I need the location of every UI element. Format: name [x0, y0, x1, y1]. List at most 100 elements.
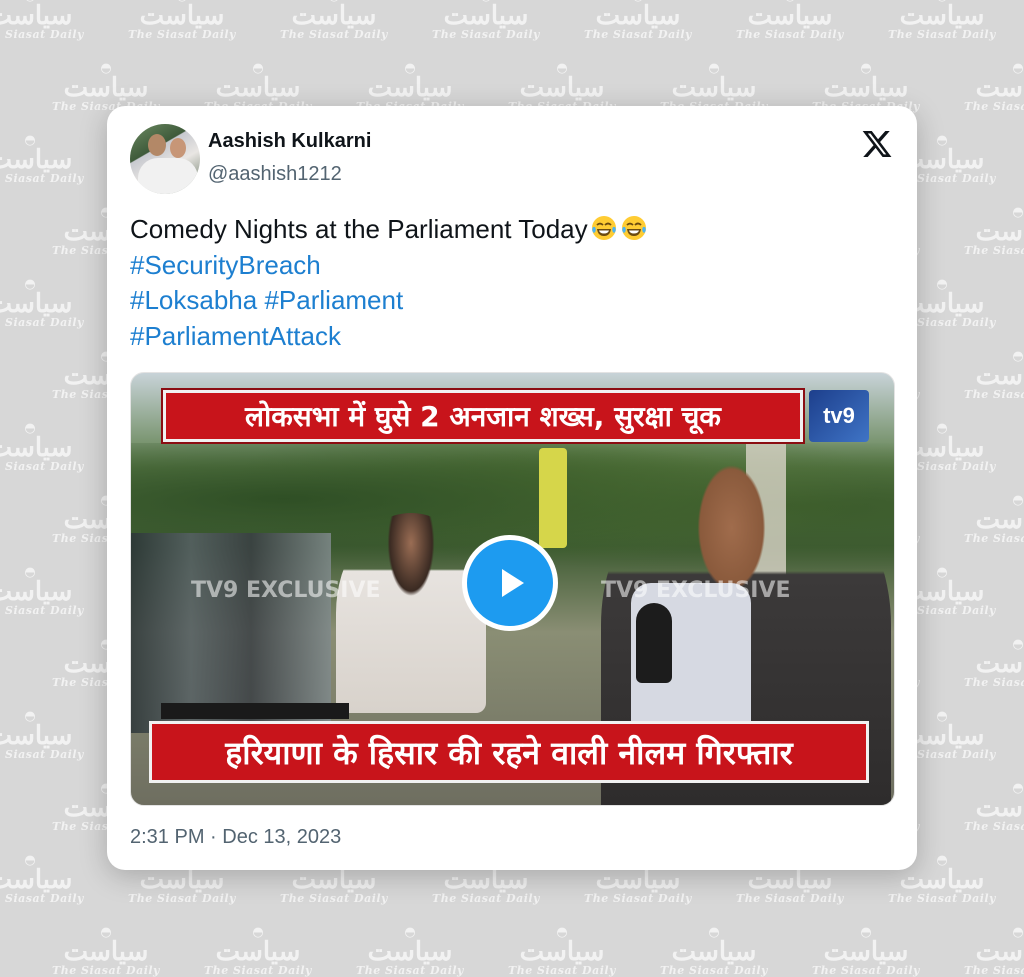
watermark-tile: ◓سیاستThe Siasat Daily	[0, 566, 90, 616]
watermark-tile: ◓سیاستThe Siasat Daily	[46, 62, 166, 112]
watermark-tile: ◓سیاستThe Siasat Daily	[274, 0, 394, 40]
channel-logo: tv9	[809, 390, 869, 442]
watermark-english: The Siasat Daily	[432, 892, 540, 905]
watermark-english: The Siasat Daily	[964, 532, 1024, 545]
watermark-arabic: سیاست	[367, 73, 453, 103]
watermark-english: The Siasat Daily	[128, 892, 236, 905]
author-handle[interactable]: @aashish1212	[208, 163, 342, 186]
watermark-english: The Siasat Daily	[0, 316, 84, 329]
watermark-arabic: سیاست	[443, 865, 529, 895]
watermark-tile: ◓سیاستThe Siasat Daily	[350, 926, 470, 976]
watermark-tile: ◓سیاستThe Siasat Daily	[0, 278, 90, 328]
hashtag-link[interactable]: #SecurityBreach	[130, 250, 321, 280]
watermark-english: The Siasat Daily	[584, 28, 692, 41]
tweet-date[interactable]: Dec 13, 2023	[222, 826, 341, 848]
watermark-arabic: سیاست	[975, 937, 1024, 967]
video-headline-top: लोकसभा में घुसे 2 अनजान शख्स, सुरक्षा चू…	[163, 390, 803, 442]
tweet-text: Comedy Nights at the Parliament Today #S…	[130, 212, 890, 354]
watermark-tile: ◓سیاستThe Siasat Daily	[958, 494, 1024, 544]
avatar[interactable]	[130, 124, 200, 194]
watermark-tile: ◓سیاستThe Siasat Daily	[0, 422, 90, 472]
tweet-text-line: Comedy Nights at the Parliament Today	[130, 212, 890, 248]
watermark-tile: ◓سیاستThe Siasat Daily	[958, 782, 1024, 832]
watermark-arabic: سیاست	[0, 721, 73, 751]
tweet-timestamp: 2:31 PM · Dec 13, 2023	[130, 826, 341, 849]
watermark-arabic: سیاست	[367, 937, 453, 967]
watermark-tile: ◓سیاستThe Siasat Daily	[198, 926, 318, 976]
hashtag-link[interactable]: #Loksabha	[130, 285, 257, 315]
watermark-english: The Siasat Daily	[964, 820, 1024, 833]
play-button[interactable]	[462, 535, 558, 631]
watermark-tile: ◓سیاستThe Siasat Daily	[0, 854, 90, 904]
watermark-english: The Siasat Daily	[964, 964, 1024, 977]
watermark-english: The Siasat Daily	[128, 28, 236, 41]
watermark-arabic: سیاست	[291, 1, 377, 31]
watermark-english: The Siasat Daily	[964, 100, 1024, 113]
watermark-arabic: سیاست	[215, 937, 301, 967]
watermark-tile: ◓سیاستThe Siasat Daily	[806, 62, 926, 112]
watermark-arabic: سیاست	[0, 145, 73, 175]
video-overlay-tag: TV9 EXCLUSIVE	[191, 578, 381, 603]
watermark-english: The Siasat Daily	[0, 460, 84, 473]
hashtag-line: #SecurityBreach	[130, 248, 890, 284]
watermark-tile: ◓سیاستThe Siasat Daily	[958, 638, 1024, 688]
watermark-tile: ◓سیاستThe Siasat Daily	[502, 62, 622, 112]
watermark-english: The Siasat Daily	[432, 28, 540, 41]
watermark-english: The Siasat Daily	[964, 388, 1024, 401]
watermark-english: The Siasat Daily	[660, 964, 768, 977]
watermark-english: The Siasat Daily	[888, 28, 996, 41]
watermark-tile: ◓سیاستThe Siasat Daily	[198, 62, 318, 112]
watermark-tile: ◓سیاستThe Siasat Daily	[958, 350, 1024, 400]
watermark-english: The Siasat Daily	[736, 28, 844, 41]
watermark-english: The Siasat Daily	[280, 892, 388, 905]
x-logo-icon[interactable]	[861, 128, 893, 160]
microphone	[636, 603, 672, 683]
watermark-tile: ◓سیاستThe Siasat Daily	[46, 926, 166, 976]
watermark-arabic: سیاست	[975, 361, 1024, 391]
watermark-arabic: سیاست	[0, 577, 73, 607]
watermark-arabic: سیاست	[823, 73, 909, 103]
watermark-english: The Siasat Daily	[0, 892, 84, 905]
watermark-tile: ◓سیاستThe Siasat Daily	[958, 926, 1024, 976]
watermark-english: The Siasat Daily	[280, 28, 388, 41]
watermark-english: The Siasat Daily	[812, 964, 920, 977]
watermark-tile: ◓سیاستThe Siasat Daily	[350, 62, 470, 112]
watermark-tile: ◓سیاستThe Siasat Daily	[958, 206, 1024, 256]
watermark-tile: ◓سیاستThe Siasat Daily	[426, 0, 546, 40]
watermark-arabic: سیاست	[215, 73, 301, 103]
play-icon	[502, 569, 524, 597]
watermark-arabic: سیاست	[291, 865, 377, 895]
watermark-tile: ◓سیاستThe Siasat Daily	[730, 0, 850, 40]
watermark-arabic: سیاست	[595, 1, 681, 31]
hashtag-link[interactable]: #Parliament	[264, 285, 403, 315]
watermark-tile: ◓سیاستThe Siasat Daily	[0, 134, 90, 184]
watermark-english: The Siasat Daily	[204, 964, 312, 977]
watermark-english: The Siasat Daily	[356, 964, 464, 977]
watermark-arabic: سیاست	[519, 937, 605, 967]
laughing-tears-emoji-icon	[591, 216, 616, 240]
watermark-tile: ◓سیاستThe Siasat Daily	[958, 62, 1024, 112]
watermark-arabic: سیاست	[0, 433, 73, 463]
video-lower-tag	[161, 703, 349, 719]
watermark-arabic: سیاست	[519, 73, 605, 103]
watermark-english: The Siasat Daily	[0, 604, 84, 617]
watermark-tile: ◓سیاستThe Siasat Daily	[578, 0, 698, 40]
watermark-english: The Siasat Daily	[736, 892, 844, 905]
timestamp-separator: ·	[210, 826, 217, 848]
tweet-card[interactable]: Aashish Kulkarni @aashish1212 Comedy Nig…	[107, 106, 917, 870]
watermark-tile: ◓سیاستThe Siasat Daily	[654, 62, 774, 112]
watermark-tile: ◓سیاستThe Siasat Daily	[0, 0, 90, 40]
author-name[interactable]: Aashish Kulkarni	[208, 130, 371, 153]
video-overlay-tag: TV9 EXCLUSIVE	[601, 578, 791, 603]
watermark-arabic: سیاست	[139, 1, 225, 31]
watermark-arabic: سیاست	[975, 217, 1024, 247]
watermark-arabic: سیاست	[747, 865, 833, 895]
watermark-arabic: سیاست	[63, 73, 149, 103]
watermark-tile: ◓سیاستThe Siasat Daily	[0, 710, 90, 760]
hashtag-link[interactable]: #ParliamentAttack	[130, 321, 341, 351]
video-player[interactable]: लोकसभा में घुसे 2 अनजान शख्स, सुरक्षा चू…	[130, 372, 895, 806]
tweet-time[interactable]: 2:31 PM	[130, 826, 204, 848]
watermark-arabic: سیاست	[0, 865, 73, 895]
watermark-arabic: سیاست	[671, 937, 757, 967]
watermark-arabic: سیاست	[975, 73, 1024, 103]
